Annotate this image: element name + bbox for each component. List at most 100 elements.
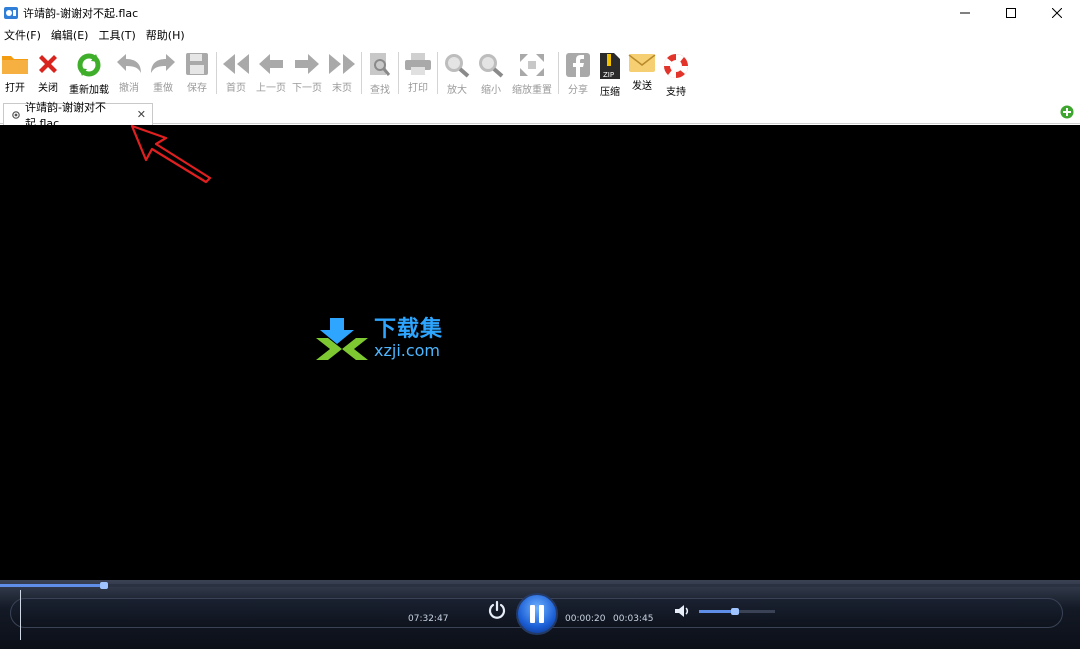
player-controls: 07:32:47 00:00:20 00:03:45 [0,580,1080,649]
seek-progress-fill [0,584,104,587]
facebook-icon [566,53,590,77]
open-button[interactable]: 打开 [0,46,30,100]
pause-icon-bar [539,605,544,623]
next-page-button[interactable]: 下一页 [289,46,325,100]
prev-page-label: 上一页 [256,83,286,94]
power-icon[interactable] [487,600,507,620]
first-page-button[interactable]: 首页 [219,46,253,100]
print-button[interactable]: 打印 [401,46,435,100]
send-label: 发送 [632,81,652,92]
toolbar-separator [558,52,559,94]
zoom-reset-button[interactable]: 缩放重置 [508,46,556,100]
undo-button[interactable]: 撤消 [112,46,146,100]
toolbar: 打开 关闭 重新加载 撤消 重做 保存 首页 上一页 下一页 末页 查找 打印 … [0,46,1080,100]
pause-icon [530,605,535,623]
save-button[interactable]: 保存 [180,46,214,100]
find-button[interactable]: 查找 [364,46,396,100]
close-window-button[interactable] [1034,0,1080,26]
reload-button[interactable]: 重新加载 [66,46,112,100]
zoom-in-label: 放大 [447,85,467,96]
volume-slider[interactable] [699,608,775,615]
undo-label: 撤消 [119,83,139,94]
menu-edit[interactable]: 编辑(E) [47,27,95,43]
red-arrow-annotation [130,124,212,184]
zoom-reset-label: 缩放重置 [512,85,552,96]
first-page-icon [223,54,249,74]
last-page-label: 末页 [332,83,352,94]
volume-icon[interactable] [674,604,692,618]
total-time: 07:32:47 [408,614,449,624]
zoom-in-button[interactable]: 放大 [440,46,474,100]
seek-bar[interactable] [0,582,1080,589]
minimize-button[interactable] [942,0,988,26]
tab-strip: 许靖韵-谢谢对不起.flac ✕ [0,100,1080,130]
support-label: 支持 [666,87,686,98]
share-label: 分享 [568,85,588,96]
zoom-out-icon [479,54,504,78]
fit-screen-icon [520,54,544,76]
menu-help[interactable]: 帮助(H) [142,27,191,43]
toolbar-separator [437,52,438,94]
undo-icon [117,54,141,73]
last-page-icon [329,54,355,74]
open-label: 打开 [5,83,25,94]
pause-button[interactable] [516,593,558,635]
zoom-in-icon [445,54,470,78]
redo-icon [151,54,175,73]
redo-label: 重做 [153,83,173,94]
add-tab-icon[interactable] [1060,105,1074,119]
send-button[interactable]: 发送 [625,46,659,100]
maximize-button[interactable] [988,0,1034,26]
watermark-cn: 下载集 [374,317,444,342]
xzji-logo-icon [316,318,368,360]
window-title: 许靖韵-谢谢对不起.flac [23,7,139,20]
menu-bar: 文件(F) 编辑(E) 工具(T) 帮助(H) [0,26,1080,44]
first-page-label: 首页 [226,83,246,94]
folder-icon [2,56,28,74]
printer-icon [405,53,431,75]
rail-marker [20,590,21,640]
close-file-button[interactable]: 关闭 [30,46,66,100]
envelope-icon [628,54,656,72]
floppy-icon [186,53,208,75]
toolbar-separator [398,52,399,94]
share-button[interactable]: 分享 [561,46,595,100]
zoom-out-label: 缩小 [481,85,501,96]
find-label: 查找 [370,85,390,96]
prev-page-button[interactable]: 上一页 [253,46,289,100]
watermark-logo: 下载集 xzji.com [316,318,443,360]
zip-icon: ZIP [600,53,620,79]
toolbar-separator [216,52,217,94]
support-button[interactable]: 支持 [659,46,693,100]
compress-button[interactable]: ZIP 压缩 [595,46,625,100]
watermark-url: xzji.com [374,341,441,360]
duration-time: 00:03:45 [613,614,654,624]
file-dot-icon [12,110,20,119]
arrow-right-icon [295,54,319,74]
tab-close-icon[interactable]: ✕ [137,108,146,121]
menu-file[interactable]: 文件(F) [0,27,47,43]
save-label: 保存 [187,83,207,94]
redo-button[interactable]: 重做 [146,46,180,100]
find-icon [370,53,391,76]
seek-knob[interactable] [99,582,108,589]
elapsed-time: 00:00:20 [565,614,606,624]
reload-label: 重新加载 [69,85,109,96]
zoom-out-button[interactable]: 缩小 [474,46,508,100]
close-label: 关闭 [38,83,58,94]
lifebuoy-icon [663,53,689,79]
app-icon [4,7,18,19]
print-label: 打印 [408,83,428,94]
menu-tools[interactable]: 工具(T) [94,27,141,43]
volume-knob[interactable] [730,608,739,615]
media-content-area [0,125,1080,580]
title-bar: 许靖韵-谢谢对不起.flac [0,0,1080,26]
red-x-icon [39,55,57,73]
svg-text:ZIP: ZIP [603,71,614,79]
compress-label: 压缩 [600,87,620,98]
last-page-button[interactable]: 末页 [325,46,359,100]
close-icon [1052,8,1062,18]
refresh-icon [77,53,101,77]
toolbar-separator [361,52,362,94]
minimize-icon [960,12,970,14]
